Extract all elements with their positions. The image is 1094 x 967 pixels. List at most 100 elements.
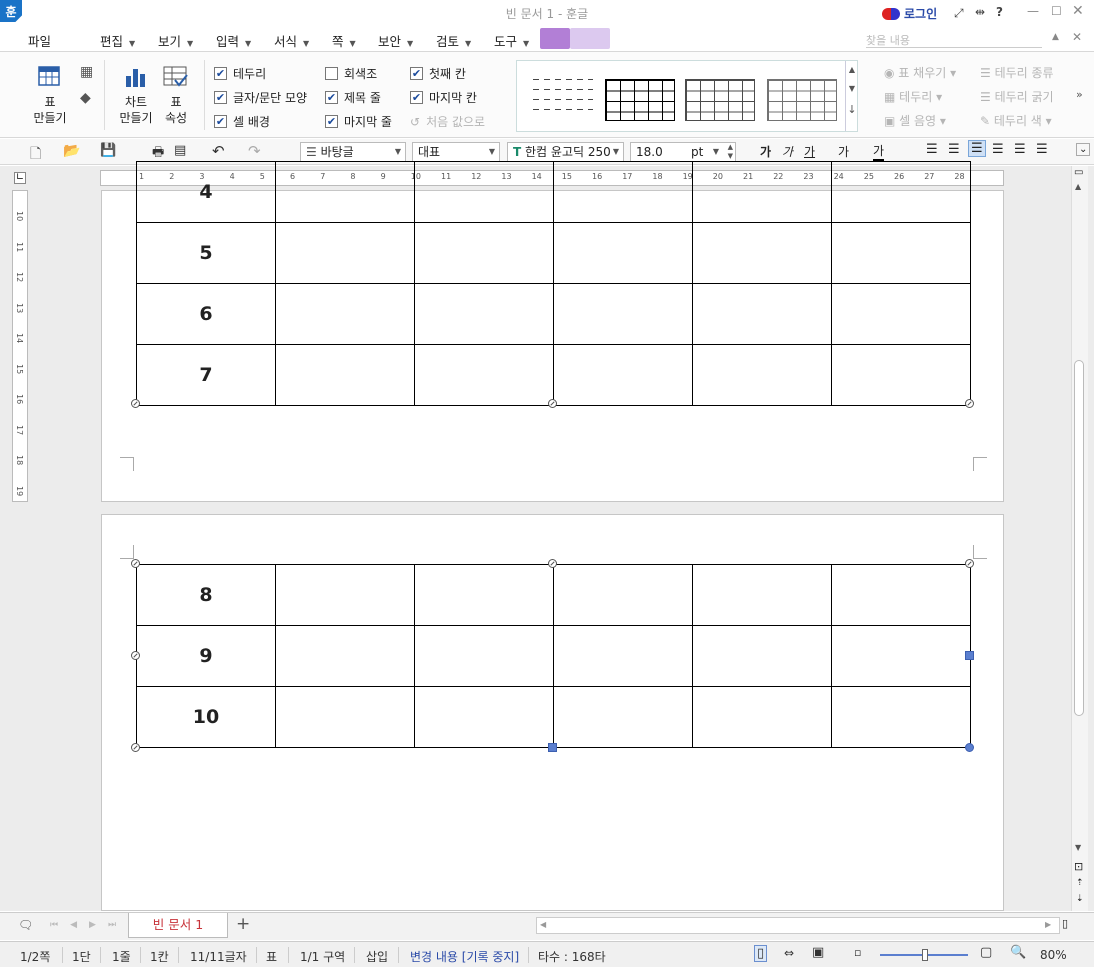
redo-icon[interactable]: ↷ (248, 142, 261, 160)
ruler-corner-icon[interactable]: ∟ (14, 172, 26, 184)
menu-format[interactable]: 서식 ▼ (274, 31, 309, 50)
table-cell[interactable] (414, 344, 554, 406)
border-type-button[interactable]: ☰ 테두리 종류 (980, 64, 1054, 81)
table-cell[interactable] (692, 564, 832, 626)
lang-select[interactable]: 대표 ▼ (412, 142, 500, 162)
checkbox[interactable] (325, 67, 338, 80)
chevron-up-icon[interactable]: ▲ (1052, 32, 1059, 42)
table-style-dotted[interactable] (685, 71, 755, 121)
table-resize-handle[interactable] (965, 559, 974, 568)
status-track-changes[interactable]: 변경 내용 [기록 중지] (410, 948, 519, 965)
table-resize-handle[interactable] (131, 651, 140, 660)
add-tab-button[interactable]: + (236, 914, 250, 934)
check-last-col[interactable]: ✔ 마지막 칸 (410, 89, 477, 106)
strike-button[interactable]: 가 (838, 143, 849, 160)
align-distribute-icon[interactable]: ☰ (1014, 142, 1026, 157)
status-insert[interactable]: 삽입 (366, 948, 388, 965)
checkbox[interactable]: ✔ (214, 67, 227, 80)
check-border[interactable]: ✔ 테두리 (214, 65, 266, 82)
split-view-icon[interactable]: ▭ (1074, 167, 1083, 178)
menu-edit[interactable]: 편집 ▼ (100, 31, 135, 50)
eraser-icon[interactable]: ◆ (80, 90, 91, 106)
table-layout-tab[interactable] (570, 28, 610, 49)
table-cell[interactable] (553, 283, 693, 345)
table-cell[interactable]: 4 (136, 161, 276, 223)
table-cell[interactable] (553, 625, 693, 687)
align-right-icon[interactable]: ☰ (992, 142, 1004, 157)
table-page-2[interactable]: 8 9 10 (136, 564, 971, 748)
table-cell[interactable] (692, 344, 832, 406)
italic-button[interactable]: 가 (782, 143, 793, 160)
table-cell[interactable] (692, 625, 832, 687)
chevron-down-icon[interactable]: ▼ (846, 84, 858, 93)
table-make-button[interactable]: 표 만들기 (28, 94, 72, 126)
open-folder-icon[interactable]: 📂 (63, 143, 80, 159)
stepper-icon[interactable]: ▲ ▼ (728, 143, 733, 161)
table-resize-handle[interactable] (965, 399, 974, 408)
chart-icon[interactable] (124, 66, 148, 88)
table-props-icon[interactable] (163, 66, 189, 88)
table-cell[interactable] (553, 344, 693, 406)
check-char-para[interactable]: ✔ 글자/문단 모양 (214, 89, 307, 106)
font-color-button[interactable]: 가 (873, 142, 885, 162)
checkbox[interactable]: ✔ (214, 115, 227, 128)
table-cell[interactable]: 5 (136, 222, 276, 284)
table-make-icon[interactable] (38, 66, 60, 86)
menu-security[interactable]: 보안 ▼ (378, 31, 413, 50)
resize-icon[interactable]: ⇹ (975, 5, 985, 19)
page-layout-icon[interactable]: ▯ (754, 945, 768, 962)
table-cell[interactable] (692, 222, 832, 284)
scroll-left-icon[interactable]: ◀ (540, 920, 546, 929)
full-page-icon[interactable]: ▣ (812, 945, 824, 960)
page-2[interactable]: 8 9 10 (101, 514, 1004, 911)
tab-document-1[interactable]: 빈 문서 1 (128, 913, 228, 938)
save-icon[interactable]: 💾 (100, 143, 116, 158)
login-area[interactable]: 로그인 (882, 5, 937, 22)
table-cell[interactable] (692, 686, 832, 748)
menu-tools[interactable]: 도구 ▼ (494, 31, 529, 50)
underline-button[interactable]: 가 (804, 143, 815, 160)
undo-icon[interactable]: ↶ (212, 142, 225, 160)
table-cell[interactable] (553, 564, 693, 626)
check-last-row[interactable]: ✔ 마지막 줄 (325, 113, 392, 130)
help-icon[interactable]: ? (996, 5, 1003, 19)
new-doc-icon[interactable]: 🗋 (30, 143, 41, 167)
table-cell[interactable] (414, 686, 554, 748)
table-resize-handle[interactable] (131, 743, 140, 752)
align-split-icon[interactable]: ☰ (1036, 142, 1048, 157)
table-cell[interactable] (831, 161, 971, 223)
table-cell[interactable] (831, 222, 971, 284)
checkbox[interactable]: ✔ (325, 91, 338, 104)
check-cell-bg[interactable]: ✔ 셀 배경 (214, 113, 270, 130)
table-cell[interactable] (414, 283, 554, 345)
zoom-in-icon[interactable]: ▢ (980, 945, 992, 960)
table-cell[interactable] (831, 344, 971, 406)
table-resize-handle[interactable] (131, 399, 140, 408)
table-cell[interactable] (414, 564, 554, 626)
table-cell[interactable] (553, 161, 693, 223)
table-cell[interactable] (275, 686, 415, 748)
prev-page-icon[interactable]: ⇡ (1076, 878, 1084, 888)
zoom-slider-knob[interactable] (922, 949, 929, 961)
status-page[interactable]: 1/2쪽 (20, 948, 50, 965)
align-justify-icon[interactable]: ☰ (926, 142, 938, 157)
table-cell[interactable] (553, 222, 693, 284)
next-page-icon[interactable]: ⇣ (1076, 894, 1084, 904)
more-down-icon[interactable]: ↓ (846, 103, 858, 116)
table-cell[interactable]: 7 (136, 344, 276, 406)
tab-nav-icons[interactable]: ⏮◀▶⏭ (50, 920, 128, 930)
scroll-down-icon[interactable]: ▼ (1075, 843, 1081, 852)
border-width-button[interactable]: ☰ 테두리 굵기 (980, 88, 1054, 105)
chart-make-button[interactable]: 차트 만들기 (116, 94, 156, 126)
table-resize-handle[interactable] (131, 559, 140, 568)
search-input[interactable]: 찾을 내용 (866, 32, 1042, 48)
table-cell[interactable] (831, 686, 971, 748)
menu-review[interactable]: 검토 ▼ (436, 31, 471, 50)
table-cell[interactable] (275, 222, 415, 284)
table-cell[interactable] (414, 161, 554, 223)
font-select[interactable]: T 한컴 윤고딕 250 ▼ (507, 142, 624, 162)
menu-view[interactable]: 보기 ▼ (158, 31, 193, 50)
reset-button[interactable]: ↺ 처음 값으로 (410, 113, 485, 130)
align-center-icon[interactable]: ☰ (968, 140, 986, 157)
chevron-up-icon[interactable]: ▲ (846, 65, 858, 74)
